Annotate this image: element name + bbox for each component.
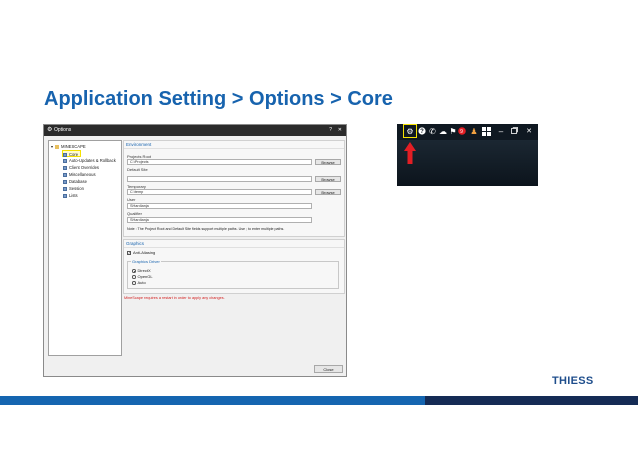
gear-icon: ⚙	[47, 127, 53, 133]
default-site-input[interactable]	[127, 176, 312, 182]
tree-item-label: Client Overrides	[69, 165, 100, 170]
tree-item-database[interactable]: Database	[63, 178, 87, 185]
tree-item-label: Database	[69, 179, 87, 184]
radio-opengl[interactable]: OpenGL	[132, 274, 153, 279]
page-icon	[63, 165, 67, 170]
checkmark-icon[interactable]: ✓	[127, 250, 131, 255]
tree-item-label: Lists	[69, 193, 78, 198]
footer-bar-dark	[425, 396, 638, 405]
cloud-icon[interactable]: ☁	[438, 127, 448, 137]
tree-item-session[interactable]: Session	[63, 185, 84, 192]
graphics-panel: Graphics ✓ Anti-Aliasing Graphics Driver …	[123, 239, 345, 294]
qualifier-label: Qualifier	[127, 211, 142, 216]
radio-label: DirectX	[137, 268, 151, 273]
environment-panel: Environment Projects Root C:\Projects Br…	[123, 140, 345, 237]
graphics-driver-heading: Graphics Driver	[131, 259, 161, 264]
page-icon	[63, 172, 67, 177]
apps-icon[interactable]	[481, 127, 491, 137]
tree-root[interactable]: ▾ MINESCAPE	[51, 143, 86, 150]
tree-item-core[interactable]: Core	[62, 150, 82, 157]
anti-aliasing-checkbox[interactable]: ✓ Anti-Aliasing	[127, 250, 155, 255]
user-icon[interactable]: ♟	[469, 127, 479, 137]
help-icon[interactable]: ?	[417, 127, 426, 137]
flag-icon[interactable]: ⚑	[449, 127, 457, 137]
page-icon	[63, 193, 67, 198]
tree-item-label: Miscellaneous	[69, 172, 96, 177]
close-icon[interactable]: ✕	[525, 127, 533, 137]
user-input[interactable]: SHardianja	[127, 203, 312, 209]
radio-auto[interactable]: Auto	[132, 280, 146, 285]
anti-aliasing-label: Anti-Aliasing	[133, 250, 156, 255]
browse-projects-root-button[interactable]: Browse	[315, 159, 341, 165]
badge-count: 9	[460, 129, 463, 135]
radio-directx[interactable]: DirectX	[132, 268, 151, 273]
tree-item-label: Session	[69, 186, 84, 191]
window-title: Options	[54, 127, 72, 133]
close-button[interactable]: Close	[314, 365, 343, 373]
slide-title: Application Setting > Options > Core	[44, 88, 393, 110]
tree-item-lists[interactable]: Lists	[63, 192, 78, 199]
toolbar-background	[397, 140, 538, 186]
folder-icon	[55, 144, 59, 149]
phone-icon[interactable]: ✆	[428, 127, 437, 137]
page-icon	[63, 186, 67, 191]
help-button[interactable]: ?	[329, 125, 332, 136]
page-icon	[63, 158, 67, 163]
radio-label: OpenGL	[137, 274, 153, 279]
options-window: ⚙ Options ? ✕ ▾ MINESCAPE Core Auto-Updat…	[43, 124, 347, 377]
thiess-logo: THIESS	[552, 375, 594, 387]
gear-highlight-box	[403, 124, 417, 138]
graphics-driver-group: Graphics Driver DirectX OpenGL Auto	[127, 259, 339, 289]
notification-badge[interactable]: 9	[457, 127, 466, 137]
options-tree: ▾ MINESCAPE Core Auto-Updates & Rollback …	[48, 140, 122, 356]
tree-item-client-overrides[interactable]: Client Overrides	[63, 164, 99, 171]
radio-selected-icon[interactable]	[132, 269, 136, 273]
restart-notice: MineScape requires a restart in order to…	[124, 296, 225, 300]
window-title-bar: ⚙ Options ? ✕	[44, 125, 346, 136]
radio-label: Auto	[137, 280, 146, 285]
radio-icon[interactable]	[132, 281, 136, 285]
projects-root-input[interactable]: C:\Projects	[127, 159, 312, 165]
footer-bar	[0, 396, 638, 405]
browse-temporary-button[interactable]: Browse	[315, 189, 341, 195]
tree-item-auto-updates[interactable]: Auto-Updates & Rollback	[63, 157, 116, 164]
page-icon	[63, 179, 67, 184]
app-toolbar: ⚙ ? ✆ ☁ ⚑ 9 ♟ – ✕	[397, 124, 538, 186]
tree-item-miscellaneous[interactable]: Miscellaneous	[63, 171, 96, 178]
default-site-label: Default Site	[127, 167, 148, 172]
qualifier-input[interactable]: SHardianja	[127, 217, 312, 223]
tree-root-label: MINESCAPE	[61, 144, 86, 149]
environment-heading: Environment	[124, 141, 344, 149]
close-window-button[interactable]: ✕	[338, 125, 342, 136]
restore-icon[interactable]	[510, 127, 518, 137]
temporary-input[interactable]: C:\temp	[127, 189, 312, 195]
paths-note: Note : The Project Root and Default Site…	[127, 227, 285, 231]
tree-item-label: Auto-Updates & Rollback	[69, 158, 116, 163]
up-arrow-icon	[404, 142, 416, 164]
user-label: User	[127, 197, 136, 202]
browse-default-site-button[interactable]: Browse	[315, 176, 341, 182]
minimize-icon[interactable]: –	[497, 127, 505, 137]
graphics-heading: Graphics	[124, 240, 344, 248]
radio-icon[interactable]	[132, 275, 136, 279]
svg-text:?: ?	[420, 129, 424, 135]
